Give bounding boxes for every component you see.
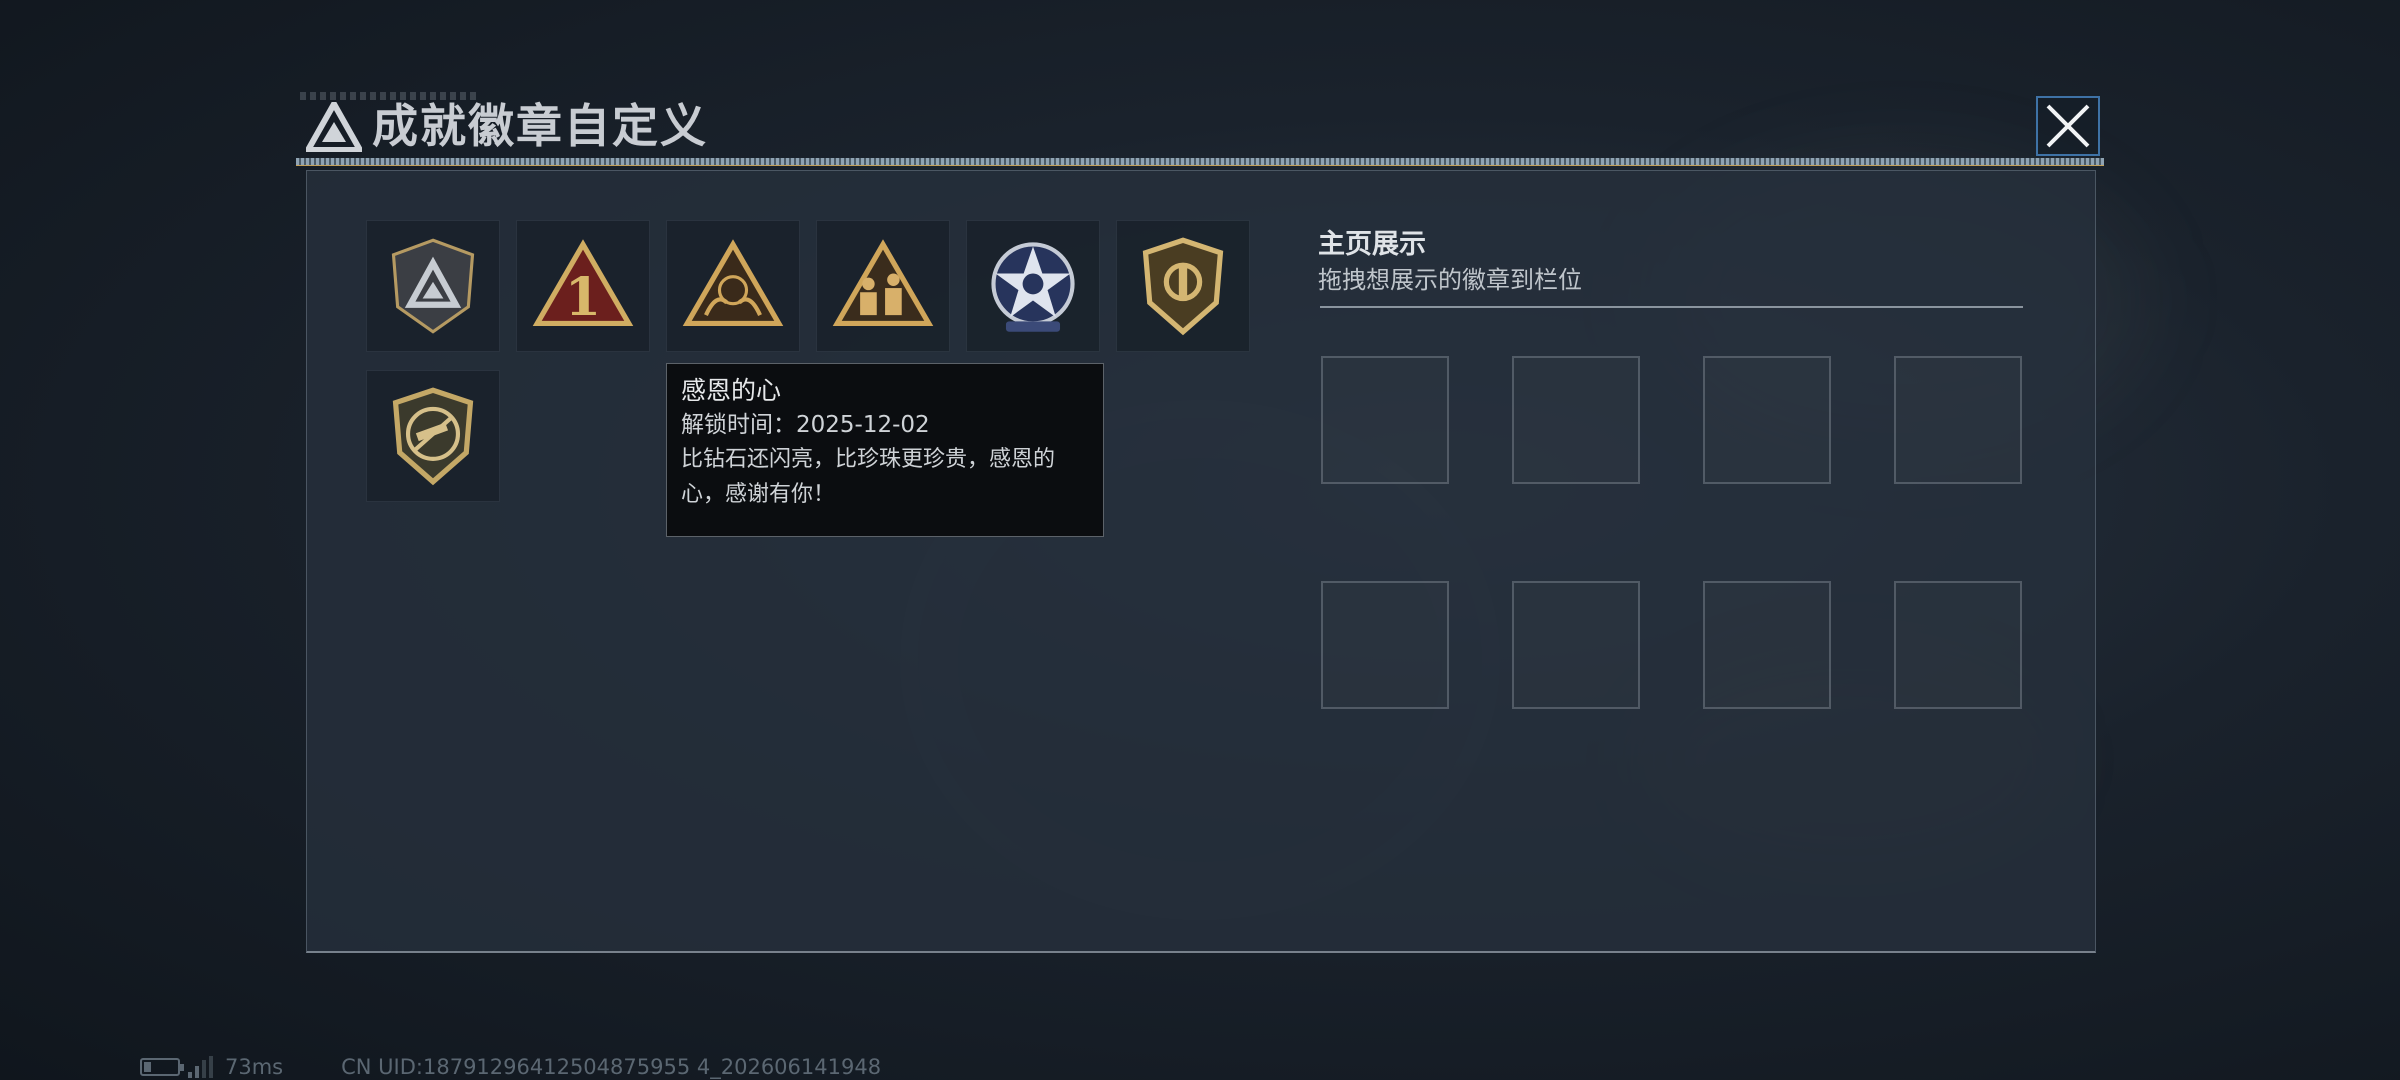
- badge-tooltip: 感恩的心 解锁时间：2025-12-02 比钻石还闪亮，比珍珠更珍贵，感恩的 心…: [666, 363, 1104, 537]
- uid-text: CN UID:18791296412504875955 4_2026061419…: [341, 1055, 882, 1079]
- gold-shield-icon: [1142, 237, 1224, 336]
- ping-text: 73ms: [225, 1055, 284, 1079]
- dialog-header: 成就徽章自定义: [296, 92, 2104, 166]
- soldiers-triangle-icon: [832, 239, 934, 327]
- hands-triangle-icon: [682, 239, 784, 327]
- badge-item[interactable]: [366, 370, 500, 502]
- showcase-slot[interactable]: [1894, 581, 2022, 709]
- dialog-title: 成就徽章自定义: [372, 99, 708, 153]
- showcase-slot[interactable]: [1512, 356, 1640, 484]
- number-one-triangle-icon: 1: [532, 239, 634, 328]
- tooltip-description-line: 比钻石还闪亮，比珍珠更珍贵，感恩的: [681, 447, 1056, 472]
- star-medal-icon: [991, 242, 1075, 332]
- showcase-slot[interactable]: [1703, 356, 1831, 484]
- svg-text:1: 1: [565, 267, 601, 328]
- showcase-title: 主页展示: [1318, 229, 1426, 260]
- badge-item[interactable]: [816, 220, 950, 352]
- tooltip-title: 感恩的心: [681, 376, 782, 405]
- showcase-slot[interactable]: [1894, 356, 2022, 484]
- badge-item[interactable]: [666, 220, 800, 352]
- battery-icon: [140, 1058, 184, 1076]
- triangle-shield-icon: [391, 238, 475, 334]
- delta-logo-icon: [306, 102, 362, 152]
- crossed-rifle-shield-icon: [392, 387, 474, 486]
- showcase-slot[interactable]: [1321, 356, 1449, 484]
- badge-item[interactable]: [966, 220, 1100, 352]
- close-icon: [2046, 104, 2090, 148]
- tooltip-unlock-time: 解锁时间：2025-12-02: [681, 412, 930, 438]
- header-divider: [296, 158, 2104, 166]
- badge-item[interactable]: [1116, 220, 1250, 352]
- status-bar: 73ms CN UID:18791296412504875955 4_20260…: [140, 1054, 881, 1080]
- showcase-subtitle: 拖拽想展示的徽章到栏位: [1318, 266, 1582, 294]
- badge-item[interactable]: 1: [516, 220, 650, 352]
- badge-item[interactable]: [366, 220, 500, 352]
- showcase-slot[interactable]: [1703, 581, 1831, 709]
- showcase-slot[interactable]: [1512, 581, 1640, 709]
- showcase-slot[interactable]: [1321, 581, 1449, 709]
- close-button[interactable]: [2036, 96, 2100, 156]
- tooltip-description-line: 心，感谢有你！: [681, 482, 836, 507]
- showcase-divider: [1320, 306, 2023, 308]
- signal-icon: [188, 1056, 213, 1078]
